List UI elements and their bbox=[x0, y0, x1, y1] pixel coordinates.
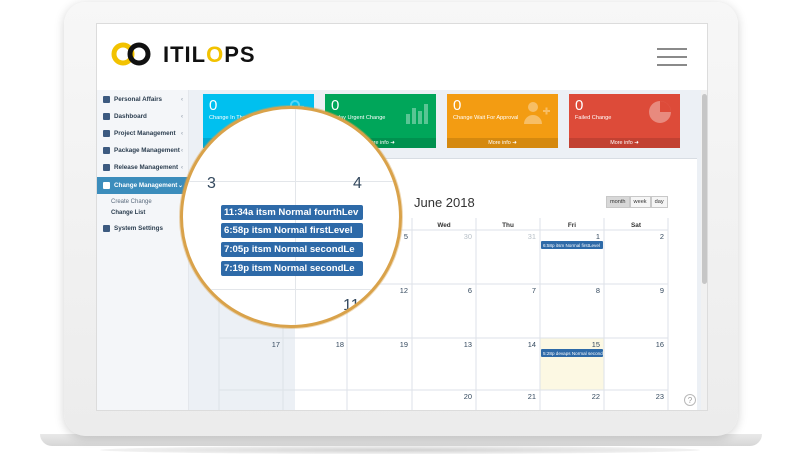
magnified-day-number: 3 bbox=[207, 175, 216, 192]
calendar-event[interactable]: 11:34a itsm Normal fourthLev bbox=[221, 205, 363, 220]
day-number: 20 bbox=[464, 392, 472, 401]
weekday-header: Sat bbox=[631, 222, 642, 229]
page: ITILOPS Personal Affairs ‹ Dashboard ‹ P… bbox=[0, 0, 800, 457]
day-number: 7 bbox=[532, 286, 536, 295]
day-number: 31 bbox=[528, 232, 536, 241]
day-number: 14 bbox=[528, 340, 536, 349]
calendar-event[interactable]: 7:05p itsm Normal secondLe bbox=[221, 242, 363, 257]
day-number: 19 bbox=[400, 340, 408, 349]
day-number: 9 bbox=[660, 286, 664, 295]
calendar-event[interactable]: 7:19p itsm Normal secondLe bbox=[221, 261, 363, 276]
day-number: 15 bbox=[592, 340, 600, 349]
day-number: 12 bbox=[400, 286, 408, 295]
weekday-header: Fri bbox=[568, 222, 576, 229]
help-icon[interactable]: ? bbox=[684, 394, 696, 406]
day-number: 13 bbox=[464, 340, 472, 349]
day-number: 18 bbox=[336, 340, 344, 349]
magnifier-lens: 3 4 10 11 11:34a itsm Normal fourthLev 6… bbox=[180, 106, 402, 328]
day-number: 21 bbox=[528, 392, 536, 401]
day-number: 2 bbox=[660, 232, 664, 241]
event-label: 5:28p devaps Normal second bbox=[543, 351, 603, 356]
magnified-day-number: 10 bbox=[205, 297, 223, 314]
day-number: 22 bbox=[592, 392, 600, 401]
day-number: 8 bbox=[596, 286, 600, 295]
magnified-day-number: 4 bbox=[353, 175, 362, 192]
day-number: 16 bbox=[656, 340, 664, 349]
calendar-event[interactable]: 6:58p itsm Normal firstLevel bbox=[221, 223, 363, 238]
weekday-header: Wed bbox=[437, 222, 450, 229]
day-number: 6 bbox=[468, 286, 472, 295]
magnified-day-number: 11 bbox=[343, 297, 360, 314]
day-number: 5 bbox=[404, 232, 408, 241]
day-number: 1 bbox=[596, 232, 600, 241]
day-number: 30 bbox=[464, 232, 472, 241]
day-number: 23 bbox=[656, 392, 664, 401]
weekday-header: Thu bbox=[502, 222, 514, 229]
day-number: 17 bbox=[272, 340, 280, 349]
event-label: 6:58p itsm Normal firstLevel bbox=[543, 243, 600, 248]
